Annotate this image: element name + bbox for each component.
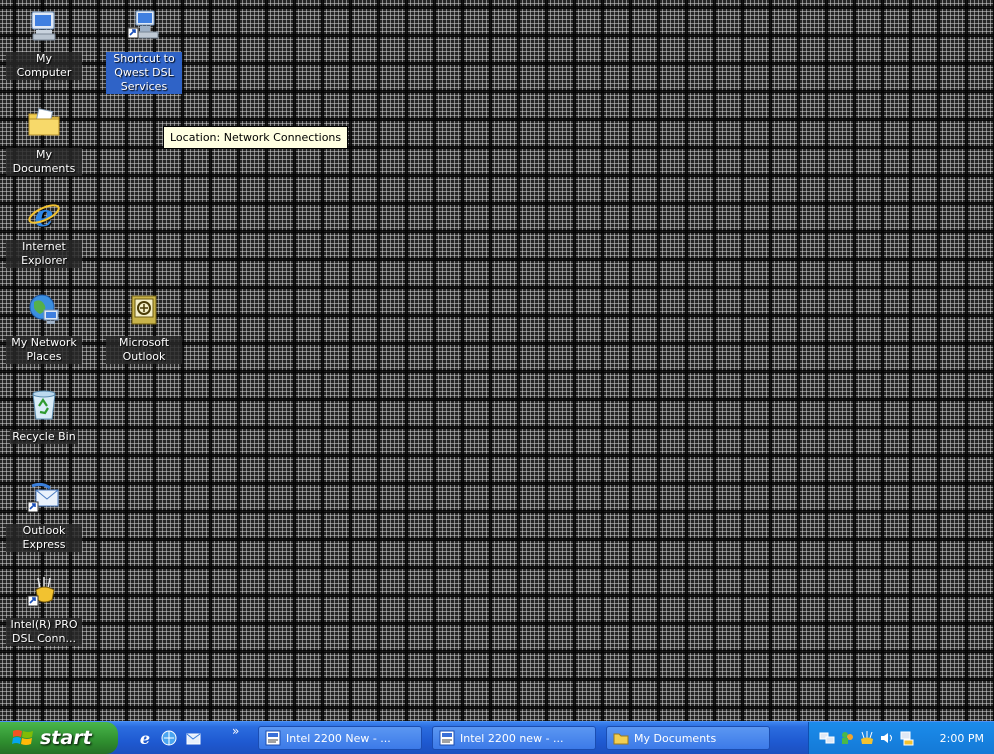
tooltip: Location: Network Connections — [163, 126, 349, 149]
desktop[interactable]: My Computer Shortcut to Qwest DSL Servic… — [0, 0, 994, 722]
word-doc-icon — [439, 730, 455, 746]
desktop-icon-my-computer[interactable]: My Computer — [6, 8, 82, 80]
outlook-express-icon — [27, 482, 59, 513]
svg-text:e: e — [34, 199, 53, 232]
taskbar-task[interactable]: Intel 2200 new - ... — [432, 726, 596, 750]
browser-icon[interactable] — [160, 729, 178, 747]
desktop-icon-label: Internet Explorer — [6, 240, 82, 268]
start-button[interactable]: start — [0, 722, 118, 754]
taskbar: start e » Intel 2200 New - ... Intel 220… — [0, 721, 994, 754]
tray-app-icon[interactable] — [859, 730, 875, 746]
desktop-icon-qwest-dsl-shortcut[interactable]: Shortcut to Qwest DSL Services — [106, 8, 182, 94]
internet-explorer-icon[interactable]: e — [136, 729, 154, 747]
word-doc-icon — [265, 730, 281, 746]
network-icon[interactable] — [819, 730, 835, 746]
connection-icon[interactable] — [899, 730, 915, 746]
desktop-icon-recycle-bin[interactable]: Recycle Bin — [6, 386, 82, 444]
my-network-places-icon — [29, 294, 59, 324]
quick-launch-overflow[interactable]: » — [232, 724, 239, 738]
task-label: Intel 2200 new - ... — [460, 731, 564, 745]
intel-dsl-icon — [27, 577, 55, 607]
volume-icon[interactable] — [879, 730, 895, 746]
network-shortcut-icon — [127, 10, 159, 39]
my-documents-icon — [28, 108, 60, 136]
windows-logo-icon — [12, 730, 33, 745]
svg-text:e: e — [140, 729, 150, 747]
taskbar-task[interactable]: My Documents — [606, 726, 770, 750]
task-label: My Documents — [634, 731, 717, 745]
desktop-icon-my-documents[interactable]: My Documents — [6, 104, 82, 176]
messenger-icon[interactable] — [839, 730, 855, 746]
desktop-icon-label: My Computer — [6, 52, 82, 80]
desktop-icon-label: Recycle Bin — [10, 430, 78, 444]
desktop-icon-label: Shortcut to Qwest DSL Services — [106, 52, 182, 94]
clock[interactable]: 2:00 PM — [940, 732, 984, 745]
desktop-icon-label: Intel(R) PRO DSL Conn... — [6, 618, 82, 646]
my-computer-icon — [31, 11, 56, 41]
task-label: Intel 2200 New - ... — [286, 731, 391, 745]
recycle-bin-icon — [32, 390, 56, 420]
desktop-icon-intel-pro-dsl[interactable]: Intel(R) PRO DSL Conn... — [6, 574, 82, 646]
desktop-icon-outlook-express[interactable]: Outlook Express — [6, 480, 82, 552]
desktop-icon-label: Microsoft Outlook — [106, 336, 182, 364]
desktop-icon-label: My Documents — [6, 148, 82, 176]
system-tray: 2:00 PM — [808, 722, 994, 754]
desktop-icon-label: My Network Places — [6, 336, 82, 364]
taskbar-task[interactable]: Intel 2200 New - ... — [258, 726, 422, 750]
desktop-icon-label: Outlook Express — [6, 524, 82, 552]
outlook-icon — [131, 295, 157, 325]
start-label: start — [40, 727, 92, 749]
outlook-express-icon[interactable] — [184, 729, 202, 747]
desktop-icon-internet-explorer[interactable]: e Internet Explorer — [6, 196, 82, 268]
desktop-icon-microsoft-outlook[interactable]: Microsoft Outlook — [106, 292, 182, 364]
folder-icon — [613, 733, 629, 745]
desktop-icon-my-network-places[interactable]: My Network Places — [6, 292, 82, 364]
internet-explorer-icon: e — [28, 199, 60, 234]
